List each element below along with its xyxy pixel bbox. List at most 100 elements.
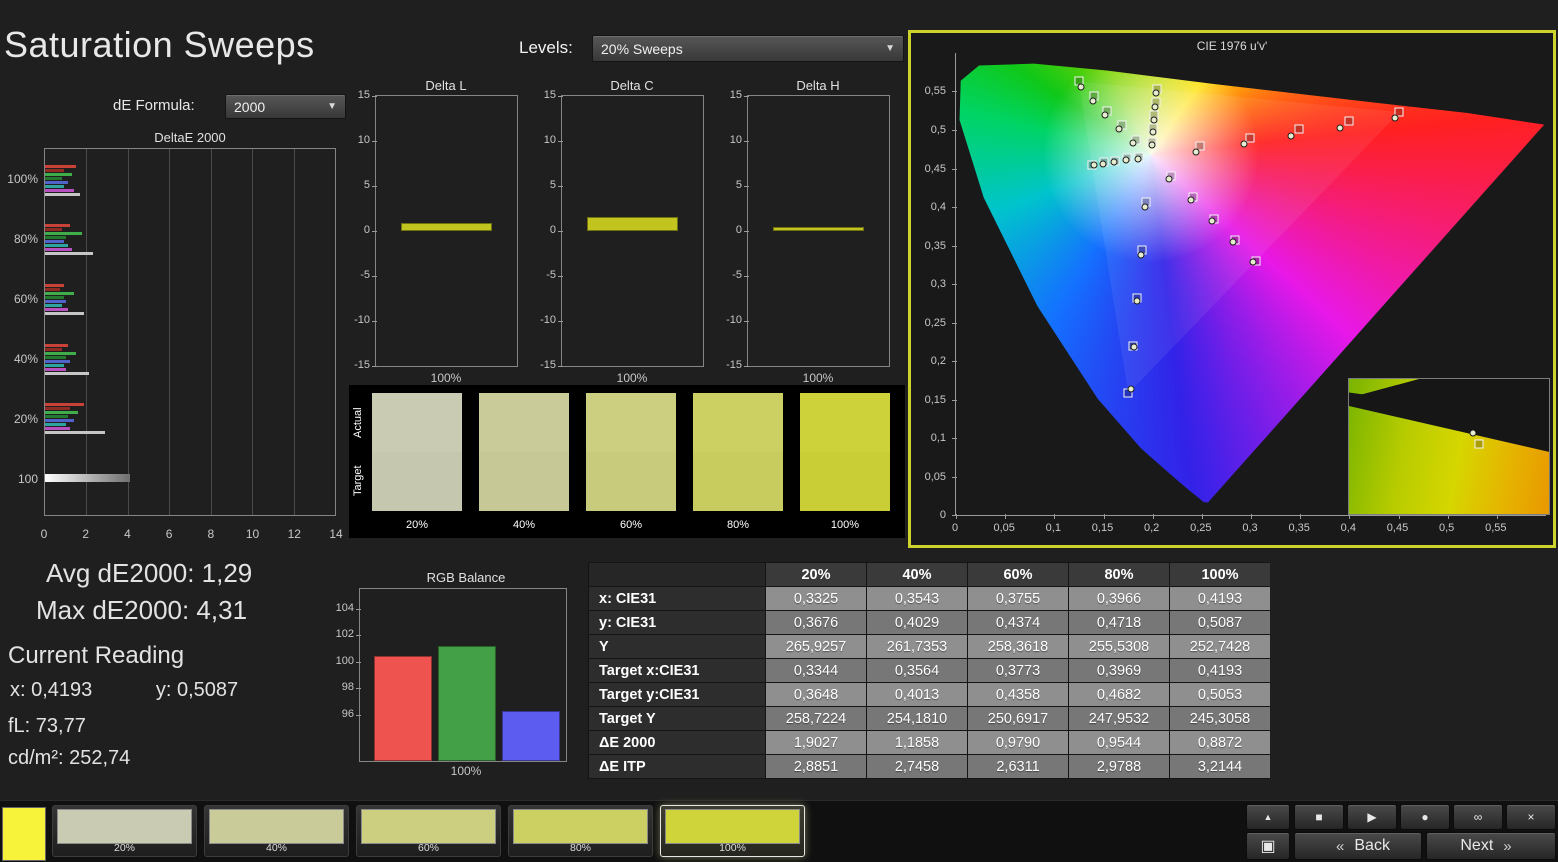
measurement-marker [1089,97,1097,105]
delta-bar [773,227,864,231]
table-header-cell: 20% [766,563,866,586]
axis-tick-label: 0 [549,224,556,236]
tick-mark [558,141,563,142]
axis-tick-label: 5 [363,179,370,191]
tick-mark [952,245,957,247]
actual-swatch [479,393,569,452]
axis-tick-label: 0,45 [924,162,946,175]
measurement-marker [1149,128,1157,136]
tick-mark [356,661,361,663]
chart-title: DeltaE 2000 [154,130,226,145]
delta-e-bar [45,252,93,256]
tick-mark [372,231,377,232]
current-reading-xy: x: 0,4193 y: 0,5087 [10,679,238,702]
table-cell: 2,8851 [766,755,866,778]
delta-e-bar [45,343,68,347]
delta-e-bar [45,359,70,363]
axis-tick-label: 0 [363,224,370,236]
delta-e-bar [45,224,70,228]
axis-tick-label: 0,15 [924,393,946,406]
target-marker [1474,439,1484,449]
axis-tick-label: 0,55 [1485,522,1507,534]
next-button[interactable]: Next » [1426,832,1556,860]
deltae-2000-chart: DeltaE 2000 100% 80% 60% 40% 20% 100 0 2 4 6 8 10 1… [7,130,342,542]
tick-mark [356,635,361,637]
delta-e-bar [45,311,85,315]
axis-tick-label: 5 [549,179,556,191]
delta-e-bar [45,248,72,252]
axis-tick-label: -10 [726,314,742,326]
tick-mark [372,141,377,142]
delta-l-plot [372,95,518,367]
bottom-bar: 20% 40% 60% 80% 100% ▲ ▣ ■ ▶ ● ∞ × « Back Next » [0,800,1558,862]
tick-mark [558,96,563,97]
table-cell: 2,7458 [867,755,967,778]
tick-mark [744,366,749,367]
measurement-marker [1229,238,1237,246]
axis-tick-label: 10 [729,134,742,146]
table-row-label: ΔE ITP [589,755,765,778]
delta-e-bar [45,295,64,299]
saturation-swatch: 80% [693,393,783,531]
de-formula-dropdown[interactable]: 2000 ▼ [225,94,346,119]
chevron-right-icon: » [1503,837,1512,855]
back-button[interactable]: « Back [1294,832,1422,860]
tick-mark [558,276,563,277]
measurement-marker [1137,251,1145,259]
tick-mark [952,438,957,439]
table-cell: 0,5053 [1170,683,1270,706]
stop-button[interactable]: ■ [1294,804,1344,830]
grid-line [293,149,295,515]
chart-title: CIE 1976 u'v' [1196,39,1268,53]
actual-swatch [693,393,783,452]
current-cdm2-value: cd/m²: 252,74 [8,747,131,769]
de-formula-dropdown-value: 2000 [234,98,266,115]
axis-tick-label: -10 [540,314,556,326]
table-cell: 0,4193 [1170,587,1270,610]
delta-e-bar [45,427,70,431]
tick-mark [952,206,957,208]
axis-label: 100% [450,764,482,778]
play-button[interactable]: ▶ [1347,804,1397,830]
tick-mark [952,129,957,131]
delta-e-bar [45,351,77,355]
table-cell: 0,4358 [968,683,1068,706]
tick-mark [744,186,749,187]
record-button[interactable]: ● [1400,804,1450,830]
table-cell: 0,3344 [766,659,866,682]
levels-dropdown[interactable]: 20% Sweeps ▼ [592,35,904,62]
grid-line [127,149,129,515]
delta-e-bar [45,363,64,367]
table-cell: 0,4013 [867,683,967,706]
swatch-label: 60% [619,519,643,531]
table-cell: 0,3966 [1069,587,1169,610]
delta-e-bar [45,303,62,307]
target-swatch [693,452,783,511]
close-icon: × [1527,810,1535,824]
axis-tick-label: -5 [732,269,742,281]
close-button[interactable]: × [1506,804,1556,830]
table-row-label: Y [589,635,765,658]
loop-button[interactable]: ∞ [1453,804,1503,830]
grid-line [252,149,254,515]
table-cell: 255,5308 [1069,635,1169,658]
axis-tick-label: -10 [354,314,370,326]
swatch-label: 20% [405,519,429,531]
delta-e-bar [45,244,68,248]
table-cell: 0,3969 [1069,659,1169,682]
max-de2000-stat: Max dE2000: 4,31 [36,595,248,625]
delta-bar [401,222,492,231]
grid-line [210,149,212,515]
table-cell: 0,4718 [1069,611,1169,634]
axis-tick-label: 0,5 [930,123,946,136]
axis-tick-label: 98 [341,681,354,694]
measurement-marker [1150,116,1158,124]
tick-mark [952,399,957,401]
axis-tick-label: 0,55 [924,85,946,98]
axis-tick-label: 15 [729,89,742,101]
table-cell: 0,8872 [1170,731,1270,754]
axis-tick-label: 0,5 [1439,522,1455,534]
axis-tick-label: 0,15 [1091,522,1114,534]
measurement-marker [1122,156,1130,164]
table-header-cell: 40% [867,563,967,586]
